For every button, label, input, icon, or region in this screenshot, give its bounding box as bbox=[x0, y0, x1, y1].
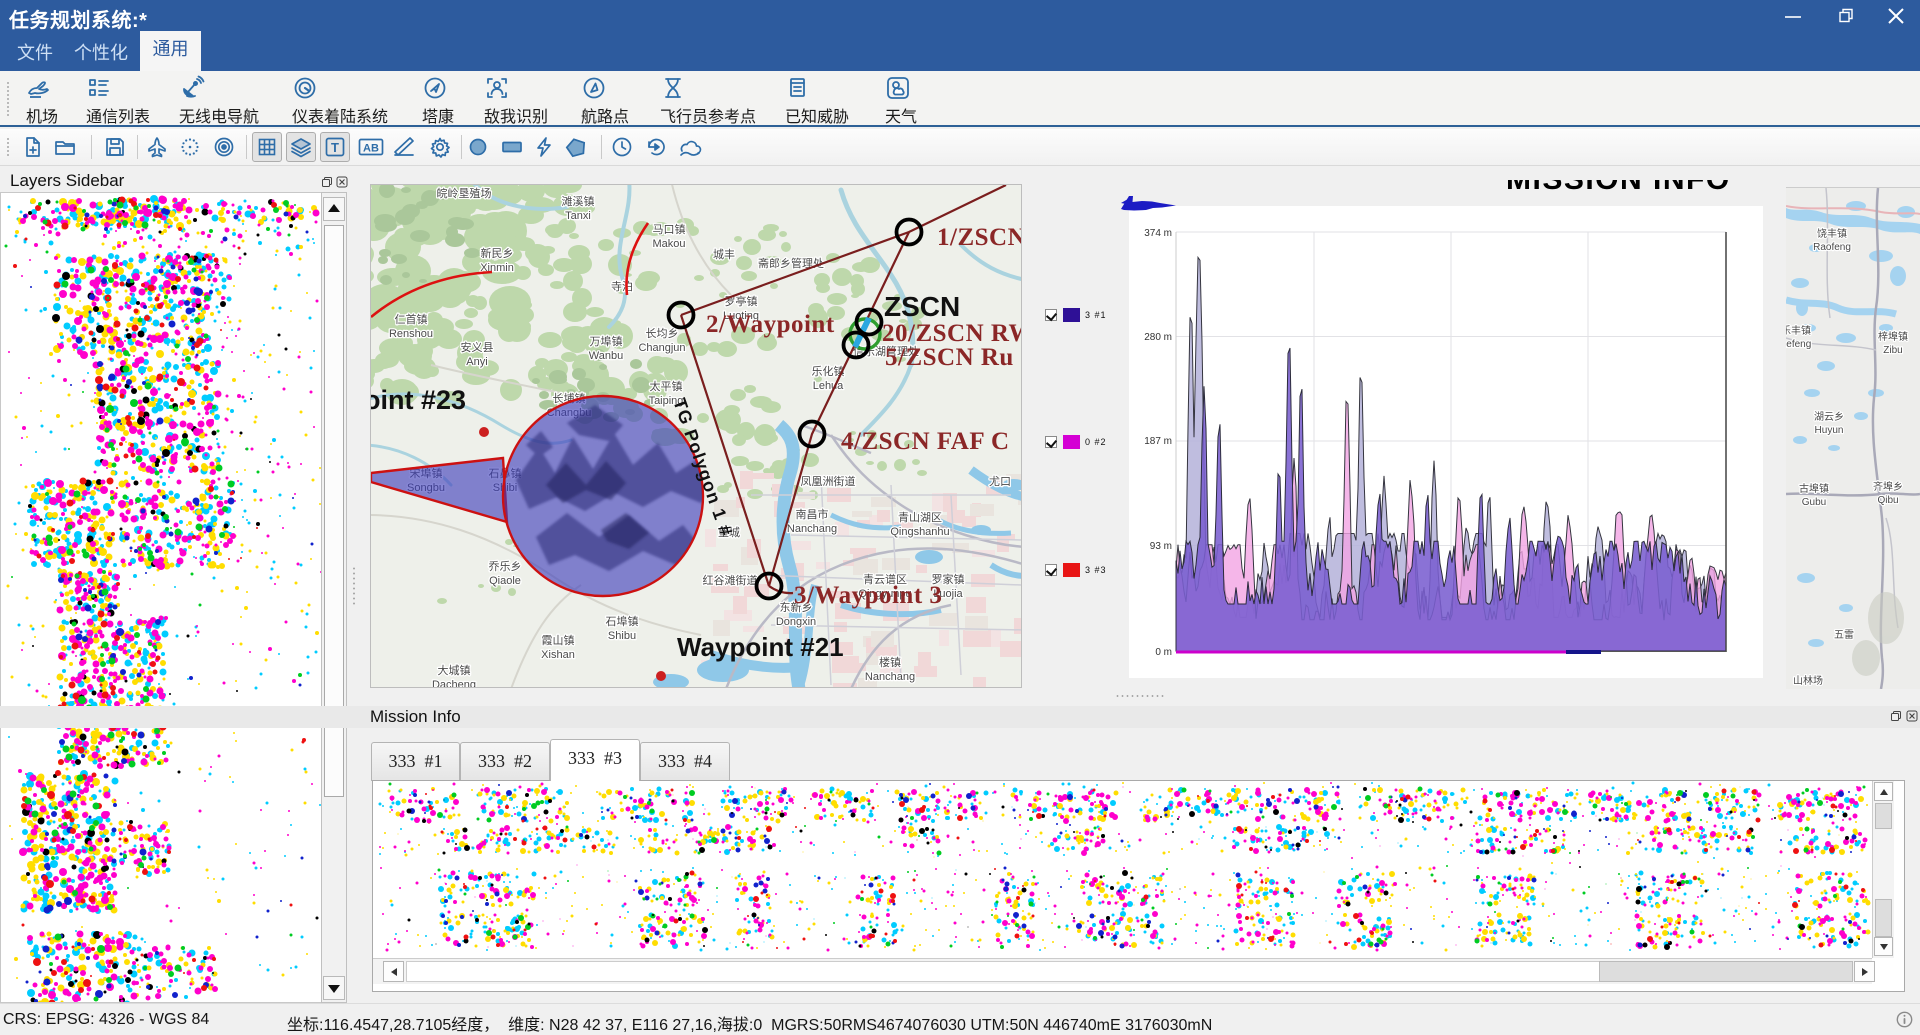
svg-text:尤口: 尤口 bbox=[989, 475, 1011, 488]
svg-text:楼镇: 楼镇 bbox=[879, 655, 901, 669]
svg-text:0 m: 0 m bbox=[1155, 647, 1172, 658]
svg-text:Changjun: Changjun bbox=[638, 342, 685, 354]
svg-text:Makou: Makou bbox=[652, 238, 685, 250]
svg-text:安义县: 安义县 bbox=[461, 340, 494, 354]
svg-text:Waypoint #23: Waypoint #23 bbox=[371, 385, 466, 415]
svg-text:2/Waypoint: 2/Waypoint bbox=[706, 311, 835, 338]
svg-text:湖云乡: 湖云乡 bbox=[1814, 411, 1844, 423]
svg-text:Xishan: Xishan bbox=[541, 649, 575, 661]
svg-text:山林场: 山林场 bbox=[1793, 674, 1823, 687]
svg-text:乔乐乡: 乔乐乡 bbox=[489, 560, 522, 573]
svg-text:仁首镇: 仁首镇 bbox=[395, 312, 428, 326]
svg-text:马口镇: 马口镇 bbox=[653, 222, 686, 236]
svg-text:五雷: 五雷 bbox=[1834, 629, 1854, 641]
svg-text:大城镇: 大城镇 bbox=[438, 663, 471, 677]
svg-text:Qiaole: Qiaole bbox=[489, 575, 521, 587]
svg-text:长均乡: 长均乡 bbox=[646, 327, 679, 340]
svg-text:280 m: 280 m bbox=[1144, 332, 1172, 343]
svg-text:Anyi: Anyi bbox=[466, 356, 487, 368]
svg-text:Lehua: Lehua bbox=[813, 380, 844, 392]
svg-text:万埠镇: 万埠镇 bbox=[590, 334, 623, 348]
svg-text:Waypoint #21: Waypoint #21 bbox=[677, 632, 844, 662]
svg-text:Qingshanhu: Qingshanhu bbox=[890, 526, 949, 538]
svg-text:93 m: 93 m bbox=[1150, 541, 1172, 552]
svg-text:皖岭垦殖场: 皖岭垦殖场 bbox=[437, 186, 492, 200]
svg-text:新民乡: 新民乡 bbox=[481, 246, 514, 260]
svg-text:20/ZSCN RW: 20/ZSCN RW bbox=[882, 320, 1022, 347]
svg-text:ZSCN: ZSCN bbox=[884, 291, 960, 322]
svg-text:霞山镇: 霞山镇 bbox=[542, 633, 575, 647]
svg-text:187 m: 187 m bbox=[1144, 436, 1172, 447]
svg-text:Zibu: Zibu bbox=[1883, 345, 1902, 356]
svg-text:滩溪镇: 滩溪镇 bbox=[562, 194, 595, 208]
svg-text:城丰: 城丰 bbox=[713, 248, 735, 261]
svg-text:凤凰洲街道: 凤凰洲街道 bbox=[801, 474, 856, 488]
svg-text:374 m: 374 m bbox=[1144, 228, 1172, 239]
svg-text:石埠镇: 石埠镇 bbox=[606, 614, 639, 628]
svg-text:饶丰镇: 饶丰镇 bbox=[1817, 227, 1847, 240]
svg-text:罗亭镇: 罗亭镇 bbox=[725, 294, 758, 308]
svg-text:T: T bbox=[331, 140, 339, 155]
svg-text:Dacheng: Dacheng bbox=[432, 679, 476, 688]
svg-text:斋郎乡管理处: 斋郎乡管理处 bbox=[758, 256, 824, 270]
svg-text:红谷滩街道: 红谷滩街道 bbox=[703, 573, 758, 587]
svg-text:Wanbu: Wanbu bbox=[589, 350, 623, 362]
svg-text:Tanxi: Tanxi bbox=[565, 210, 591, 222]
svg-text:Raofeng: Raofeng bbox=[1813, 242, 1851, 253]
svg-text:太平镇: 太平镇 bbox=[650, 379, 683, 393]
svg-text:Renshou: Renshou bbox=[389, 328, 433, 340]
svg-text:古埠镇: 古埠镇 bbox=[1799, 482, 1829, 495]
svg-text:3/Waypoint 3: 3/Waypoint 3 bbox=[794, 582, 942, 609]
svg-text:Shibu: Shibu bbox=[608, 630, 636, 642]
svg-text:Qibu: Qibu bbox=[1877, 495, 1898, 506]
svg-text:乐丰镇: 乐丰镇 bbox=[1786, 324, 1811, 337]
svg-text:Gubu: Gubu bbox=[1802, 497, 1826, 508]
svg-text:Dongxin: Dongxin bbox=[776, 616, 816, 628]
svg-text:5/ZSCN Ru: 5/ZSCN Ru bbox=[885, 344, 1014, 371]
svg-text:梓埠镇: 梓埠镇 bbox=[1878, 330, 1908, 343]
svg-text:AB: AB bbox=[363, 143, 379, 155]
svg-text:4/ZSCN FAF C: 4/ZSCN FAF C bbox=[841, 428, 1010, 455]
svg-text:Nanchang: Nanchang bbox=[865, 671, 915, 683]
svg-text:Huyun: Huyun bbox=[1815, 425, 1844, 436]
svg-text:青山湖区: 青山湖区 bbox=[898, 511, 942, 524]
svg-text:Lefeng: Lefeng bbox=[1786, 339, 1811, 350]
svg-text:1/ZSCN R: 1/ZSCN R bbox=[937, 224, 1022, 251]
svg-text:Nanchang: Nanchang bbox=[787, 523, 837, 535]
svg-text:南昌市: 南昌市 bbox=[796, 507, 829, 521]
svg-text:齐埠乡: 齐埠乡 bbox=[1873, 480, 1903, 493]
svg-text:寺泊: 寺泊 bbox=[611, 280, 633, 293]
